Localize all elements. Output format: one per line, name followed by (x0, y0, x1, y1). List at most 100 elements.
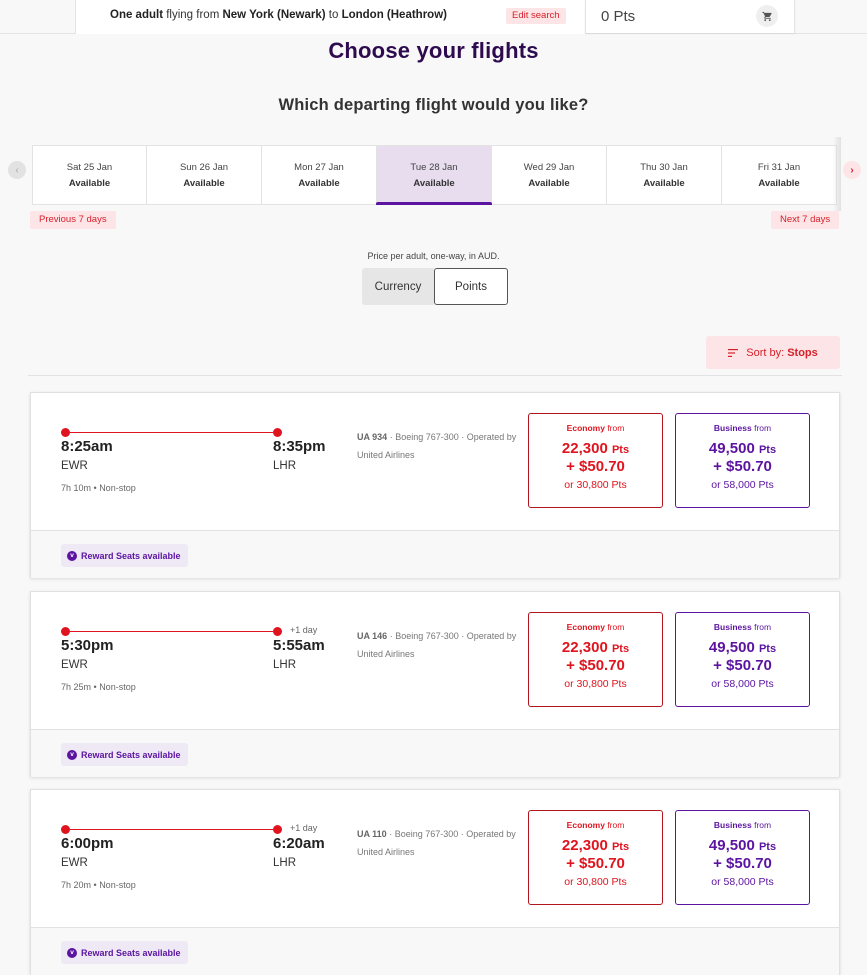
duration-stops: 7h 25m • Non-stop (61, 682, 136, 692)
reward-seats-label: Reward Seats available (81, 749, 181, 760)
date-label: Tue 28 Jan (410, 161, 458, 173)
availability-label: Available (413, 177, 455, 189)
fare-points-value: 49,500 (708, 639, 755, 656)
velocity-icon: v (67, 550, 77, 561)
previous-7-days-button[interactable]: Previous 7 days (30, 211, 116, 229)
price-note: Price per adult, one-way, in AUD. (367, 251, 500, 261)
date-tab-selected[interactable]: Tue 28 Jan Available (376, 145, 492, 205)
departure-dot (61, 825, 70, 834)
fare-class: Business from (676, 423, 809, 433)
edit-search-button[interactable]: Edit search (506, 8, 566, 24)
flight-number: UA 110 (357, 829, 387, 839)
flight-card: 8:25am 8:35pm EWR LHR 7h 10m • Non-stop … (30, 392, 840, 578)
points-balance: 0 Pts (601, 8, 636, 25)
fare-cash: + $50.70 (713, 855, 772, 872)
flight-card-footer: v Reward Seats available (31, 530, 839, 578)
flight-card-footer: v Reward Seats available (31, 927, 839, 975)
summary-connector: flying from (163, 9, 223, 21)
date-label: Fri 31 Jan (757, 161, 801, 173)
economy-fare-button[interactable]: Economy from 22,300 Pts + $50.70 or 30,8… (528, 612, 663, 707)
date-tab[interactable]: Sat 25 Jan Available (32, 145, 147, 205)
date-tab[interactable]: Mon 27 Jan Available (262, 145, 377, 205)
summary-connector: to (325, 9, 342, 21)
fare-class: Economy from (529, 820, 662, 830)
fare-from: from (607, 820, 625, 830)
fare-from: from (754, 622, 772, 632)
arrival-dot (273, 627, 282, 636)
cart-button[interactable] (756, 5, 778, 27)
destination-city: London (Heathrow) (341, 9, 447, 21)
plus-day-label: +1 day (290, 823, 318, 833)
next-7-days-button[interactable]: Next 7 days (771, 211, 840, 229)
departure-time: 8:25am (61, 438, 113, 455)
currency-points-toggle: Currency Points (362, 268, 508, 305)
scroll-fade (833, 137, 841, 211)
fare-points: 49,500 Pts (676, 440, 809, 457)
date-tab[interactable]: Wed 29 Jan Available (492, 145, 607, 205)
sort-value: Stops (787, 346, 818, 359)
business-fare-button[interactable]: Business from 49,500 Pts + $50.70 or 58,… (675, 413, 810, 508)
fare-points-value: 49,500 (708, 837, 755, 854)
departure-airport: EWR (61, 857, 88, 869)
currency-option[interactable]: Currency (362, 268, 434, 305)
flight-details: 8:25am 8:35pm EWR LHR 7h 10m • Non-stop … (31, 393, 839, 530)
fare-class: Economy from (529, 622, 662, 632)
fare-class-name: Business (713, 820, 752, 830)
velocity-icon: v (67, 947, 77, 958)
departure-airport: EWR (61, 460, 88, 472)
flight-details: +1 day 6:00pm 6:20am EWR LHR 7h 20m • No… (31, 790, 839, 927)
duration: 7h 20m (61, 880, 92, 890)
fare-cash: + $50.70 (566, 657, 625, 674)
fare-from: from (607, 622, 625, 632)
fare-points-value: 49,500 (708, 440, 755, 457)
plus-day-label: +1 day (290, 625, 318, 635)
departure-dot (61, 428, 70, 437)
fare-points-value: 22,300 (561, 440, 608, 457)
reward-seats-label: Reward Seats available (81, 550, 181, 561)
sort-button[interactable]: Sort by: Stops (706, 336, 840, 369)
previous-dates-arrow[interactable]: ‹ (8, 161, 26, 179)
availability-label: Available (643, 177, 685, 189)
arrival-dot (273, 428, 282, 437)
fare-cash: + $50.70 (566, 458, 625, 475)
chevron-right-icon: › (850, 164, 854, 176)
flight-info: UA 934 · Boeing 767-300 · Operated by Un… (357, 432, 517, 460)
route-line (70, 631, 273, 632)
date-label: Sat 25 Jan (66, 161, 113, 173)
flight-info: UA 110 · Boeing 767-300 · Operated by Un… (357, 829, 516, 857)
reward-seats-badge: v Reward Seats available (61, 743, 188, 766)
fare-cash: + $50.70 (713, 458, 772, 475)
fare-points: 22,300 Pts (529, 837, 662, 854)
aircraft: Boeing 767-300 (395, 432, 459, 442)
fare-points-unit: Pts (611, 841, 630, 853)
economy-fare-button[interactable]: Economy from 22,300 Pts + $50.70 or 30,8… (528, 810, 663, 905)
date-tab[interactable]: Fri 31 Jan Available (722, 145, 837, 205)
sort-prefix: Sort by: (746, 346, 788, 359)
search-summary-text: One adult flying from New York (Newark) … (110, 9, 447, 21)
velocity-icon: v (67, 749, 77, 760)
fare-alt-points: or 58,000 Pts (711, 678, 774, 690)
points-option[interactable]: Points (434, 268, 508, 305)
next-dates-arrow[interactable]: › (843, 161, 861, 179)
flight-number: UA 146 (357, 631, 388, 641)
fare-points-unit: Pts (611, 444, 630, 456)
duration: 7h 25m (61, 682, 92, 692)
fare-class-name: Business (713, 423, 752, 433)
fare-alt-points: or 58,000 Pts (711, 876, 774, 888)
date-label: Thu 30 Jan (640, 161, 688, 173)
date-tab[interactable]: Sun 26 Jan Available (147, 145, 262, 205)
date-tab[interactable]: Thu 30 Jan Available (607, 145, 722, 205)
arrival-dot (273, 825, 282, 834)
fare-points: 49,500 Pts (676, 837, 809, 854)
departure-time: 6:00pm (61, 835, 114, 852)
shopping-cart-icon (761, 11, 772, 21)
section-subtitle: Which departing flight would you like? (278, 96, 589, 114)
business-fare-button[interactable]: Business from 49,500 Pts + $50.70 or 58,… (675, 612, 810, 707)
business-fare-button[interactable]: Business from 49,500 Pts + $50.70 or 58,… (675, 810, 810, 905)
economy-fare-button[interactable]: Economy from 22,300 Pts + $50.70 or 30,8… (528, 413, 663, 508)
points-cart-panel: 0 Pts (585, 0, 795, 33)
fare-class-name: Economy (566, 622, 605, 632)
departure-time: 5:30pm (61, 637, 114, 654)
fare-class-name: Business (713, 622, 752, 632)
date-label: Wed 29 Jan (523, 161, 575, 173)
